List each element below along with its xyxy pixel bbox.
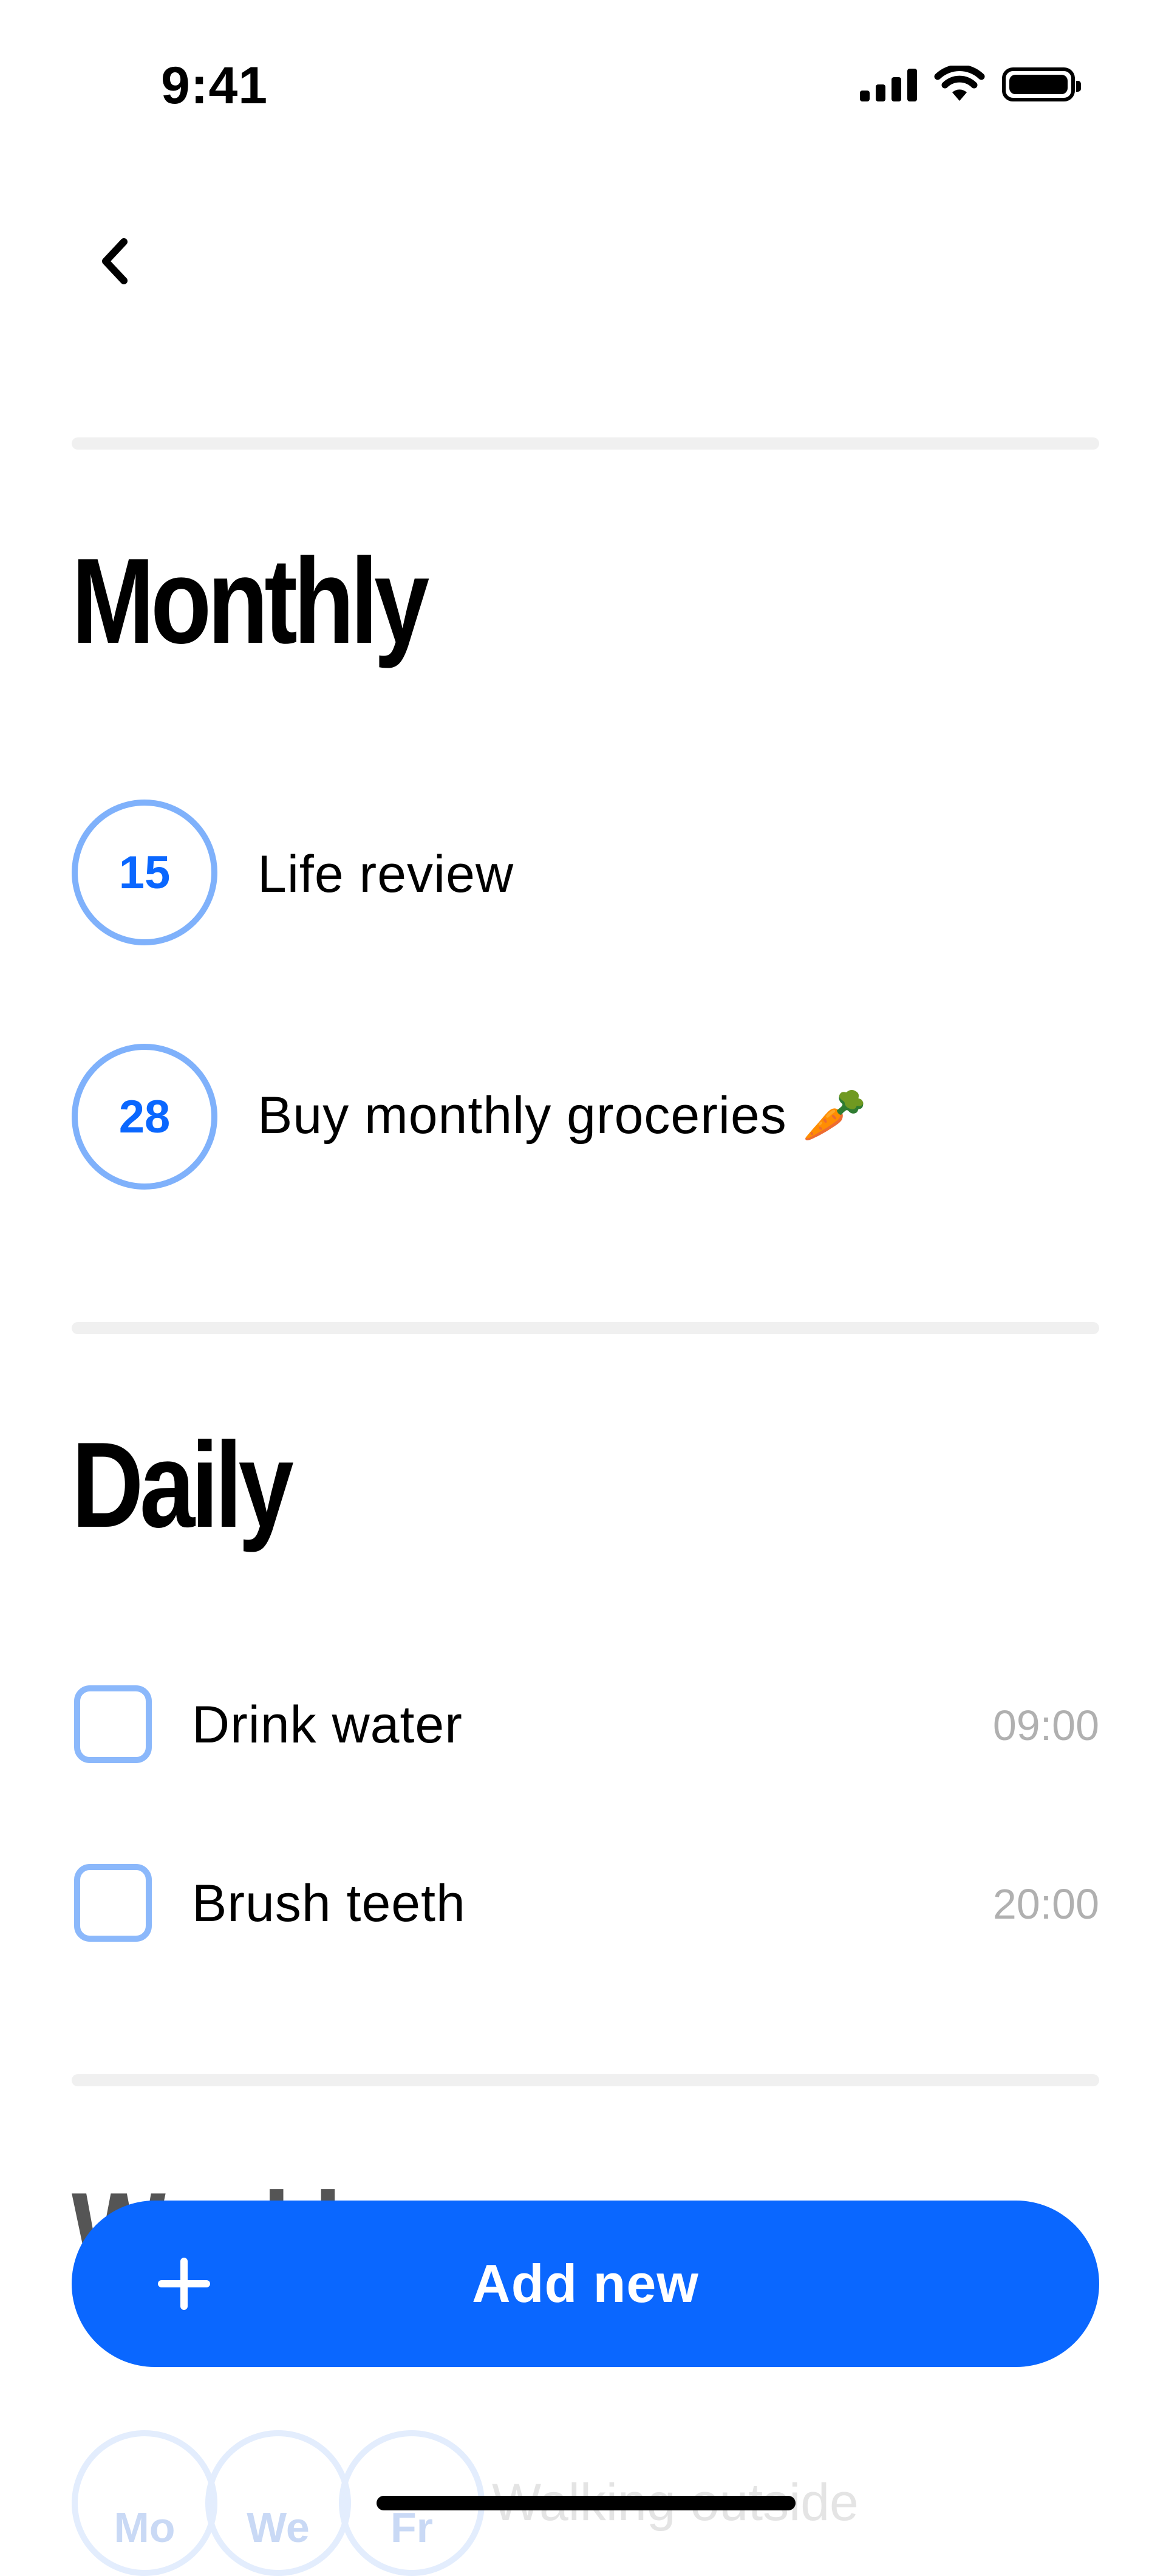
task-checkbox[interactable] [74, 1685, 152, 1763]
date-badge[interactable]: 15 [72, 800, 217, 945]
task-label[interactable]: Drink water [192, 1695, 463, 1755]
task-label[interactable]: Life review [257, 844, 514, 905]
weekday-badge[interactable]: We [205, 2430, 351, 2576]
section-title-daily: Daily [72, 1417, 294, 1553]
plus-icon [158, 2258, 210, 2310]
divider [72, 1322, 1099, 1334]
add-new-button[interactable]: Add new [72, 2201, 1099, 2367]
status-time: 9:41 [161, 57, 268, 115]
cellular-signal-icon [860, 67, 917, 101]
divider [72, 2074, 1099, 2086]
back-button[interactable] [85, 231, 146, 292]
divider [72, 437, 1099, 450]
wifi-icon [934, 66, 985, 101]
task-checkbox[interactable] [74, 1864, 152, 1942]
status-icons [860, 66, 1081, 103]
task-label[interactable]: Brush teeth [192, 1874, 466, 1934]
weekday-badge[interactable]: Mo [72, 2430, 217, 2576]
home-indicator [377, 2496, 796, 2510]
add-new-label: Add new [472, 2253, 699, 2314]
task-label[interactable]: Buy monthly groceries 🥕 [257, 1084, 868, 1146]
chevron-left-icon [102, 238, 128, 284]
battery-icon [1002, 67, 1081, 101]
date-badge[interactable]: 28 [72, 1044, 217, 1190]
task-time: 09:00 [992, 1702, 1099, 1749]
task-time: 20:00 [992, 1880, 1099, 1928]
section-title-monthly: Monthly [72, 533, 429, 669]
